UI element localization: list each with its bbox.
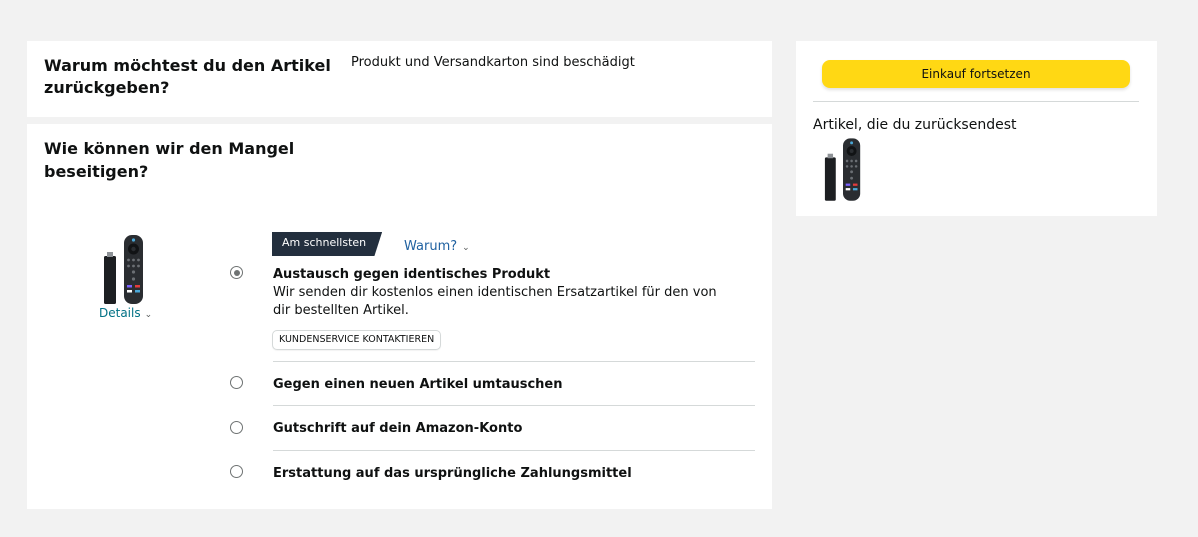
chevron-down-icon: ⌄ [462, 243, 470, 253]
order-summary-card: Einkauf fortsetzen Artikel, die du zurüc… [796, 41, 1157, 216]
option-refund-label[interactable]: Erstattung auf das ursprüngliche Zahlung… [273, 466, 632, 481]
return-reason-value: Produkt und Versandkarton sind beschädig… [351, 55, 635, 70]
why-link[interactable]: Warum? ⌄ [404, 239, 470, 254]
option-account-credit-radio[interactable] [230, 421, 243, 434]
option-exchange-identical-radio[interactable] [230, 266, 243, 279]
return-reason-card: Warum möchtest du den Artikel zurückgebe… [27, 41, 772, 117]
remedy-heading: Wie können wir den Mangel beseitigen? [44, 139, 295, 181]
option-divider [273, 405, 755, 406]
option-divider [273, 361, 755, 362]
option-exchange-new-radio[interactable] [230, 376, 243, 389]
summary-divider [813, 101, 1139, 102]
contact-customer-service-button[interactable]: KUNDENSERVICE KONTAKTIEREN [272, 330, 442, 350]
why-link-label: Warum? [404, 239, 458, 254]
continue-shopping-button[interactable]: Einkauf fortsetzen [822, 60, 1130, 88]
option-exchange-identical-label[interactable]: Austausch gegen identisches Produkt [273, 267, 550, 282]
option-exchange-identical-description: Wir senden dir kostenlos einen identisch… [273, 285, 717, 318]
returned-items-title: Artikel, die du zurücksendest [813, 117, 1017, 133]
product-image [104, 235, 143, 304]
option-divider [273, 450, 755, 451]
returned-item-image [824, 138, 861, 201]
return-reason-heading: Warum möchtest du den Artikel zurückgebe… [44, 56, 331, 97]
option-account-credit-label[interactable]: Gutschrift auf dein Amazon-Konto [273, 421, 522, 436]
remedy-card: Wie können wir den Mangel beseitigen? De… [27, 124, 772, 509]
option-exchange-new-label[interactable]: Gegen einen neuen Artikel umtauschen [273, 377, 563, 392]
fastest-badge: Am schnellsten [272, 232, 383, 256]
option-refund-radio[interactable] [230, 465, 243, 478]
chevron-down-icon: ⌄ [144, 310, 153, 320]
details-link-label: Details [99, 306, 141, 320]
details-link[interactable]: Details ⌄ [99, 306, 152, 320]
